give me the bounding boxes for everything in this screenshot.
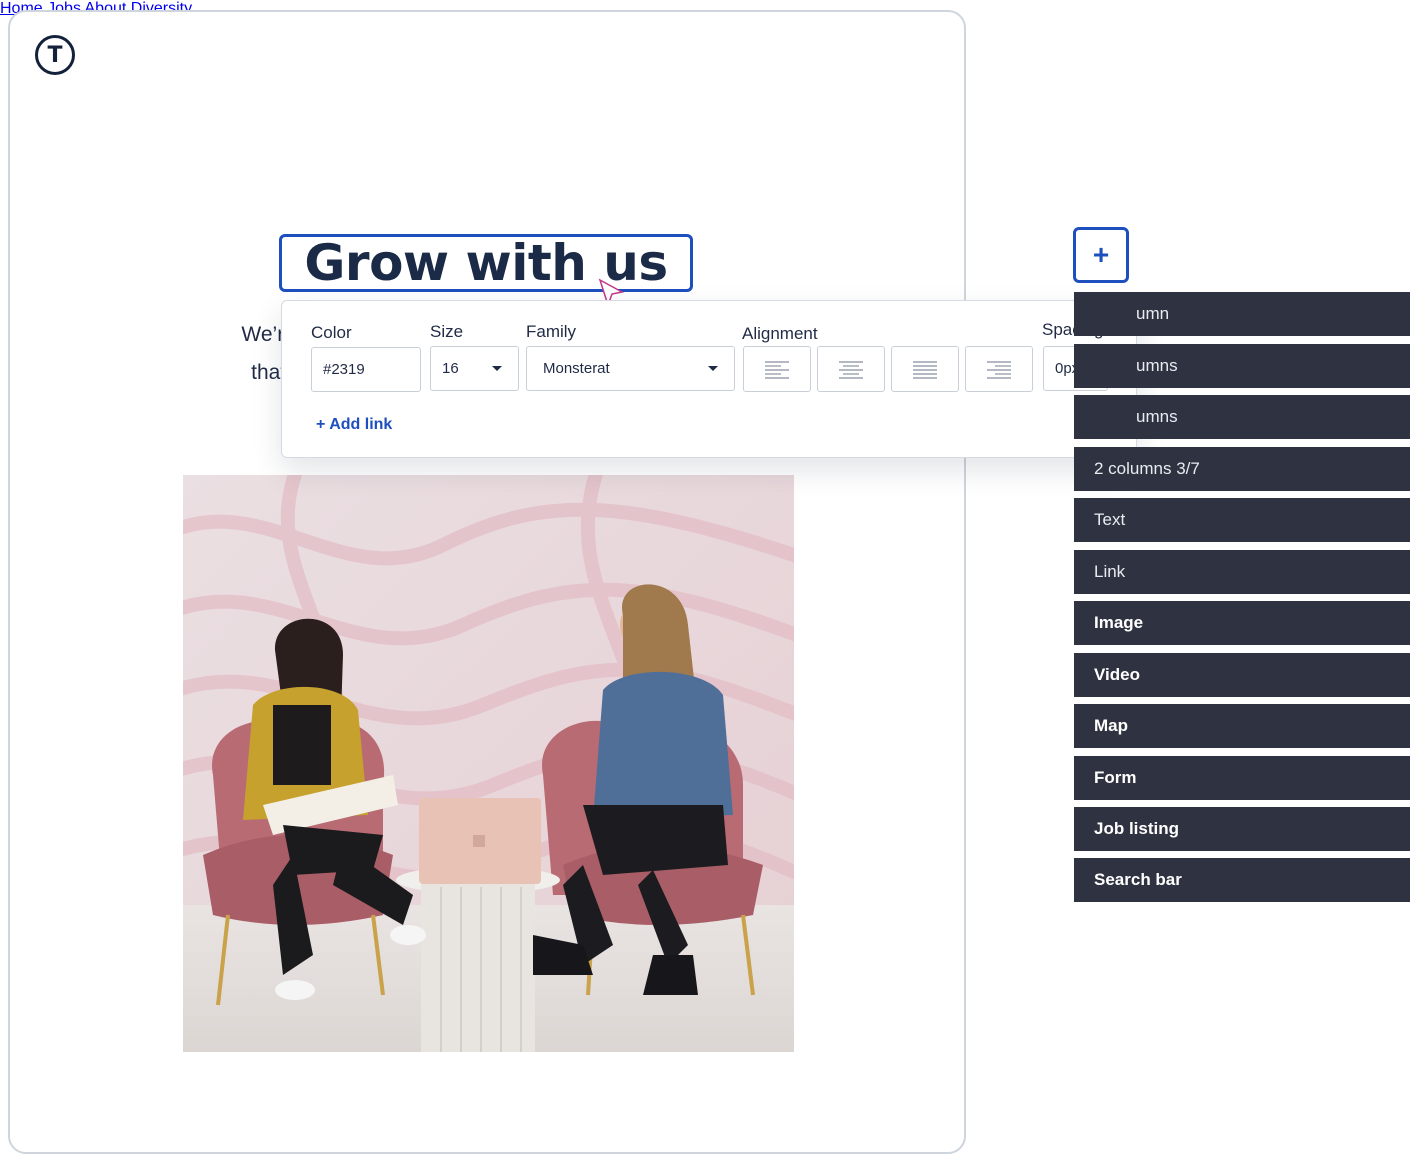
component-video[interactable]: Video [1074,653,1410,697]
component-3-columns[interactable]: umns [1074,395,1410,439]
component-2-columns[interactable]: umns [1074,344,1410,388]
size-select[interactable]: 16 [430,346,519,391]
align-justify-icon [913,361,937,379]
plus-icon: + [1092,239,1110,270]
component-search-bar[interactable]: Search bar [1074,858,1410,902]
component-label: umns [1136,356,1178,375]
align-right-icon [987,361,1011,379]
site-logo[interactable]: T [35,35,75,75]
align-left-button[interactable] [743,346,811,392]
family-value: Monsterat [543,360,610,377]
size-value: 16 [442,360,459,377]
color-field[interactable]: #2319 [311,347,421,392]
hero-title-selection[interactable]: Grow with us [279,234,693,292]
color-label: Color [311,323,352,342]
component-text[interactable]: Text [1074,498,1410,542]
component-label: Video [1094,665,1140,684]
add-link-button[interactable]: + Add link [316,416,392,434]
component-label: 2 columns 3/7 [1094,459,1200,478]
component-2-columns-3-7[interactable]: 2 columns 3/7 [1074,447,1410,491]
component-label: Map [1094,716,1128,735]
chevron-down-icon [708,366,718,371]
component-map[interactable]: Map [1074,704,1410,748]
family-select[interactable]: Monsterat [526,346,735,391]
component-link[interactable]: Link [1074,550,1410,594]
component-label: umn [1136,304,1170,323]
component-image[interactable]: Image [1074,601,1410,645]
align-left-icon [765,361,789,379]
size-label: Size [430,322,464,341]
hero-photo [183,475,794,1052]
add-component-button[interactable]: + [1073,227,1129,283]
color-value: #2319 [323,361,365,378]
align-justify-button[interactable] [891,346,959,392]
logo-letter: T [47,42,63,68]
component-form[interactable]: Form [1074,756,1410,800]
text-style-popover: Color #2319 Size 16 Family Monsterat Ali… [281,300,1137,458]
component-1-column[interactable]: umn [1074,292,1410,336]
component-job-listing[interactable]: Job listing [1074,807,1410,851]
component-label: Link [1094,562,1126,581]
component-label: Form [1094,768,1137,787]
component-label: Image [1094,613,1144,632]
align-right-button[interactable] [965,346,1033,392]
chevron-down-icon [492,366,502,371]
component-label: Search bar [1094,870,1182,889]
component-label: umns [1136,407,1178,426]
align-center-button[interactable] [817,346,885,392]
component-label: Job listing [1094,819,1179,838]
align-center-icon [839,361,863,379]
component-label: Text [1094,510,1126,529]
alignment-label: Alignment [742,324,818,343]
family-label: Family [526,322,577,341]
